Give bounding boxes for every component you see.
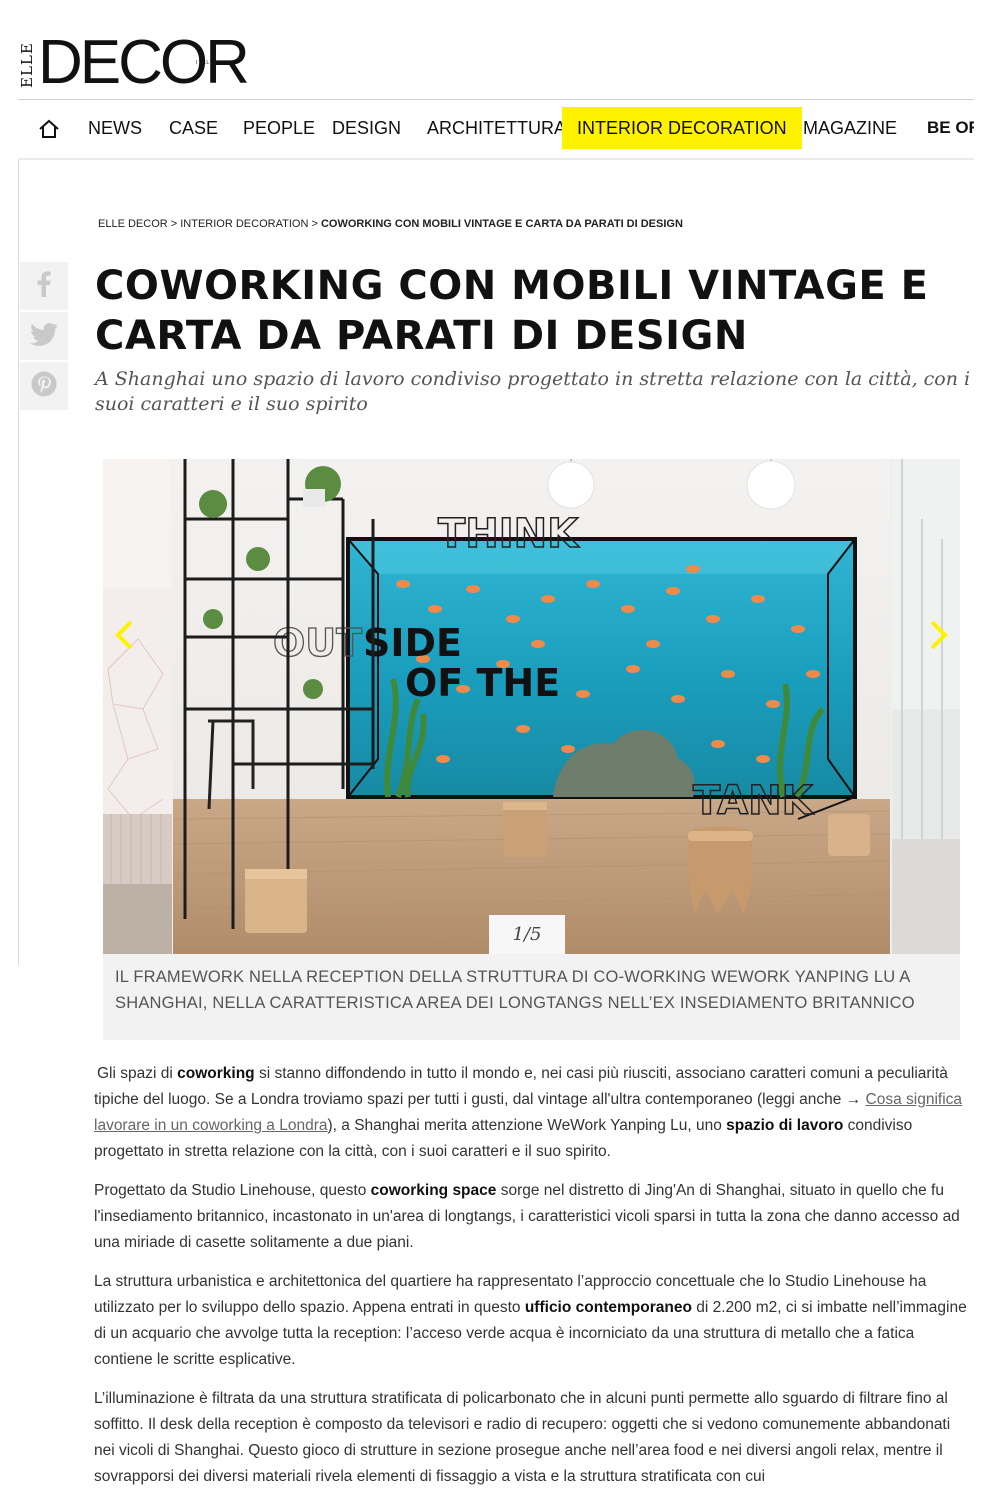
article-subtitle: A Shanghai uno spazio di lavoro condivis… (95, 368, 971, 415)
gallery-prev-arrow-icon[interactable] (113, 619, 135, 655)
gallery-main-image[interactable]: THINK OUT SIDE OF THE TANK (173, 459, 890, 954)
site-logo[interactable]: ELLE DECOR ITALIA (18, 32, 250, 94)
nav-item-case[interactable]: CASE (169, 107, 218, 149)
breadcrumb-section[interactable]: INTERIOR DECORATION (180, 218, 308, 230)
nav-item-news[interactable]: NEWS (88, 107, 142, 149)
twitter-share-button[interactable] (20, 312, 68, 360)
nav-item-magazine[interactable]: MAGAZINE (803, 107, 897, 149)
home-icon[interactable] (38, 119, 60, 139)
paragraph: La struttura urbanistica e architettonic… (94, 1273, 967, 1368)
page-border (18, 160, 19, 965)
bold-keyword: coworking space (370, 1182, 497, 1199)
gallery-caption: Il framework nella reception della strut… (103, 954, 960, 1040)
nav-item-design[interactable]: DESIGN (332, 107, 401, 149)
aquarium-text-out: OUT (273, 621, 362, 665)
paragraph: L’illuminazione è filtrata da una strutt… (94, 1390, 951, 1485)
aquarium-text-side: SIDE (363, 621, 462, 665)
gallery-prev-slide-image[interactable] (103, 459, 172, 954)
main-nav: NEWS CASE PEOPLE DESIGN ARCHITETTURA INT… (18, 99, 974, 160)
facebook-share-button[interactable] (20, 262, 68, 310)
article-title: COWORKING CON MOBILI VINTAGE E CARTA DA … (95, 263, 929, 359)
share-bar (20, 262, 68, 412)
nav-item-architettura[interactable]: ARCHITETTURA (427, 107, 566, 149)
paragraph: Progettato da Studio Linehouse, questo c… (94, 1182, 960, 1251)
paragraph: Gli spazi di coworking si stanno diffond… (94, 1065, 963, 1160)
breadcrumb: ELLE DECOR > INTERIOR DECORATION > COWOR… (98, 218, 683, 230)
facebook-icon (37, 271, 51, 301)
gallery-next-arrow-icon[interactable] (928, 619, 950, 655)
aquarium-text-tank: TANK (693, 778, 815, 824)
article-body: Gli spazi di coworking si stanno diffond… (94, 1061, 969, 1503)
breadcrumb-separator: > (308, 218, 321, 230)
twitter-icon (30, 322, 58, 350)
logo-elle: ELLE (18, 42, 36, 88)
pinterest-icon (31, 371, 57, 401)
logo-italia: ITALIA (196, 60, 217, 66)
breadcrumb-home[interactable]: ELLE DECOR (98, 218, 168, 230)
image-gallery: THINK OUT SIDE OF THE TANK 1/5 (103, 459, 960, 954)
breadcrumb-current: COWORKING CON MOBILI VINTAGE E CARTA DA … (320, 218, 683, 230)
nav-item-be-or[interactable]: BE OR (927, 107, 974, 149)
nav-item-people[interactable]: PEOPLE (243, 107, 315, 149)
gallery-counter: 1/5 (489, 915, 565, 954)
bold-keyword: spazio di lavoro (726, 1117, 844, 1134)
pinterest-share-button[interactable] (20, 362, 68, 410)
nav-item-interior-decoration[interactable]: INTERIOR DECORATION (562, 107, 802, 149)
breadcrumb-separator: > (167, 218, 181, 230)
aquarium-text-of-the: OF THE (405, 661, 560, 705)
bold-keyword: coworking (177, 1065, 255, 1082)
aquarium-text-think: THINK (438, 511, 580, 557)
gallery-next-slide-image[interactable] (892, 459, 960, 954)
bold-keyword: ufficio contemporaneo (524, 1299, 692, 1316)
